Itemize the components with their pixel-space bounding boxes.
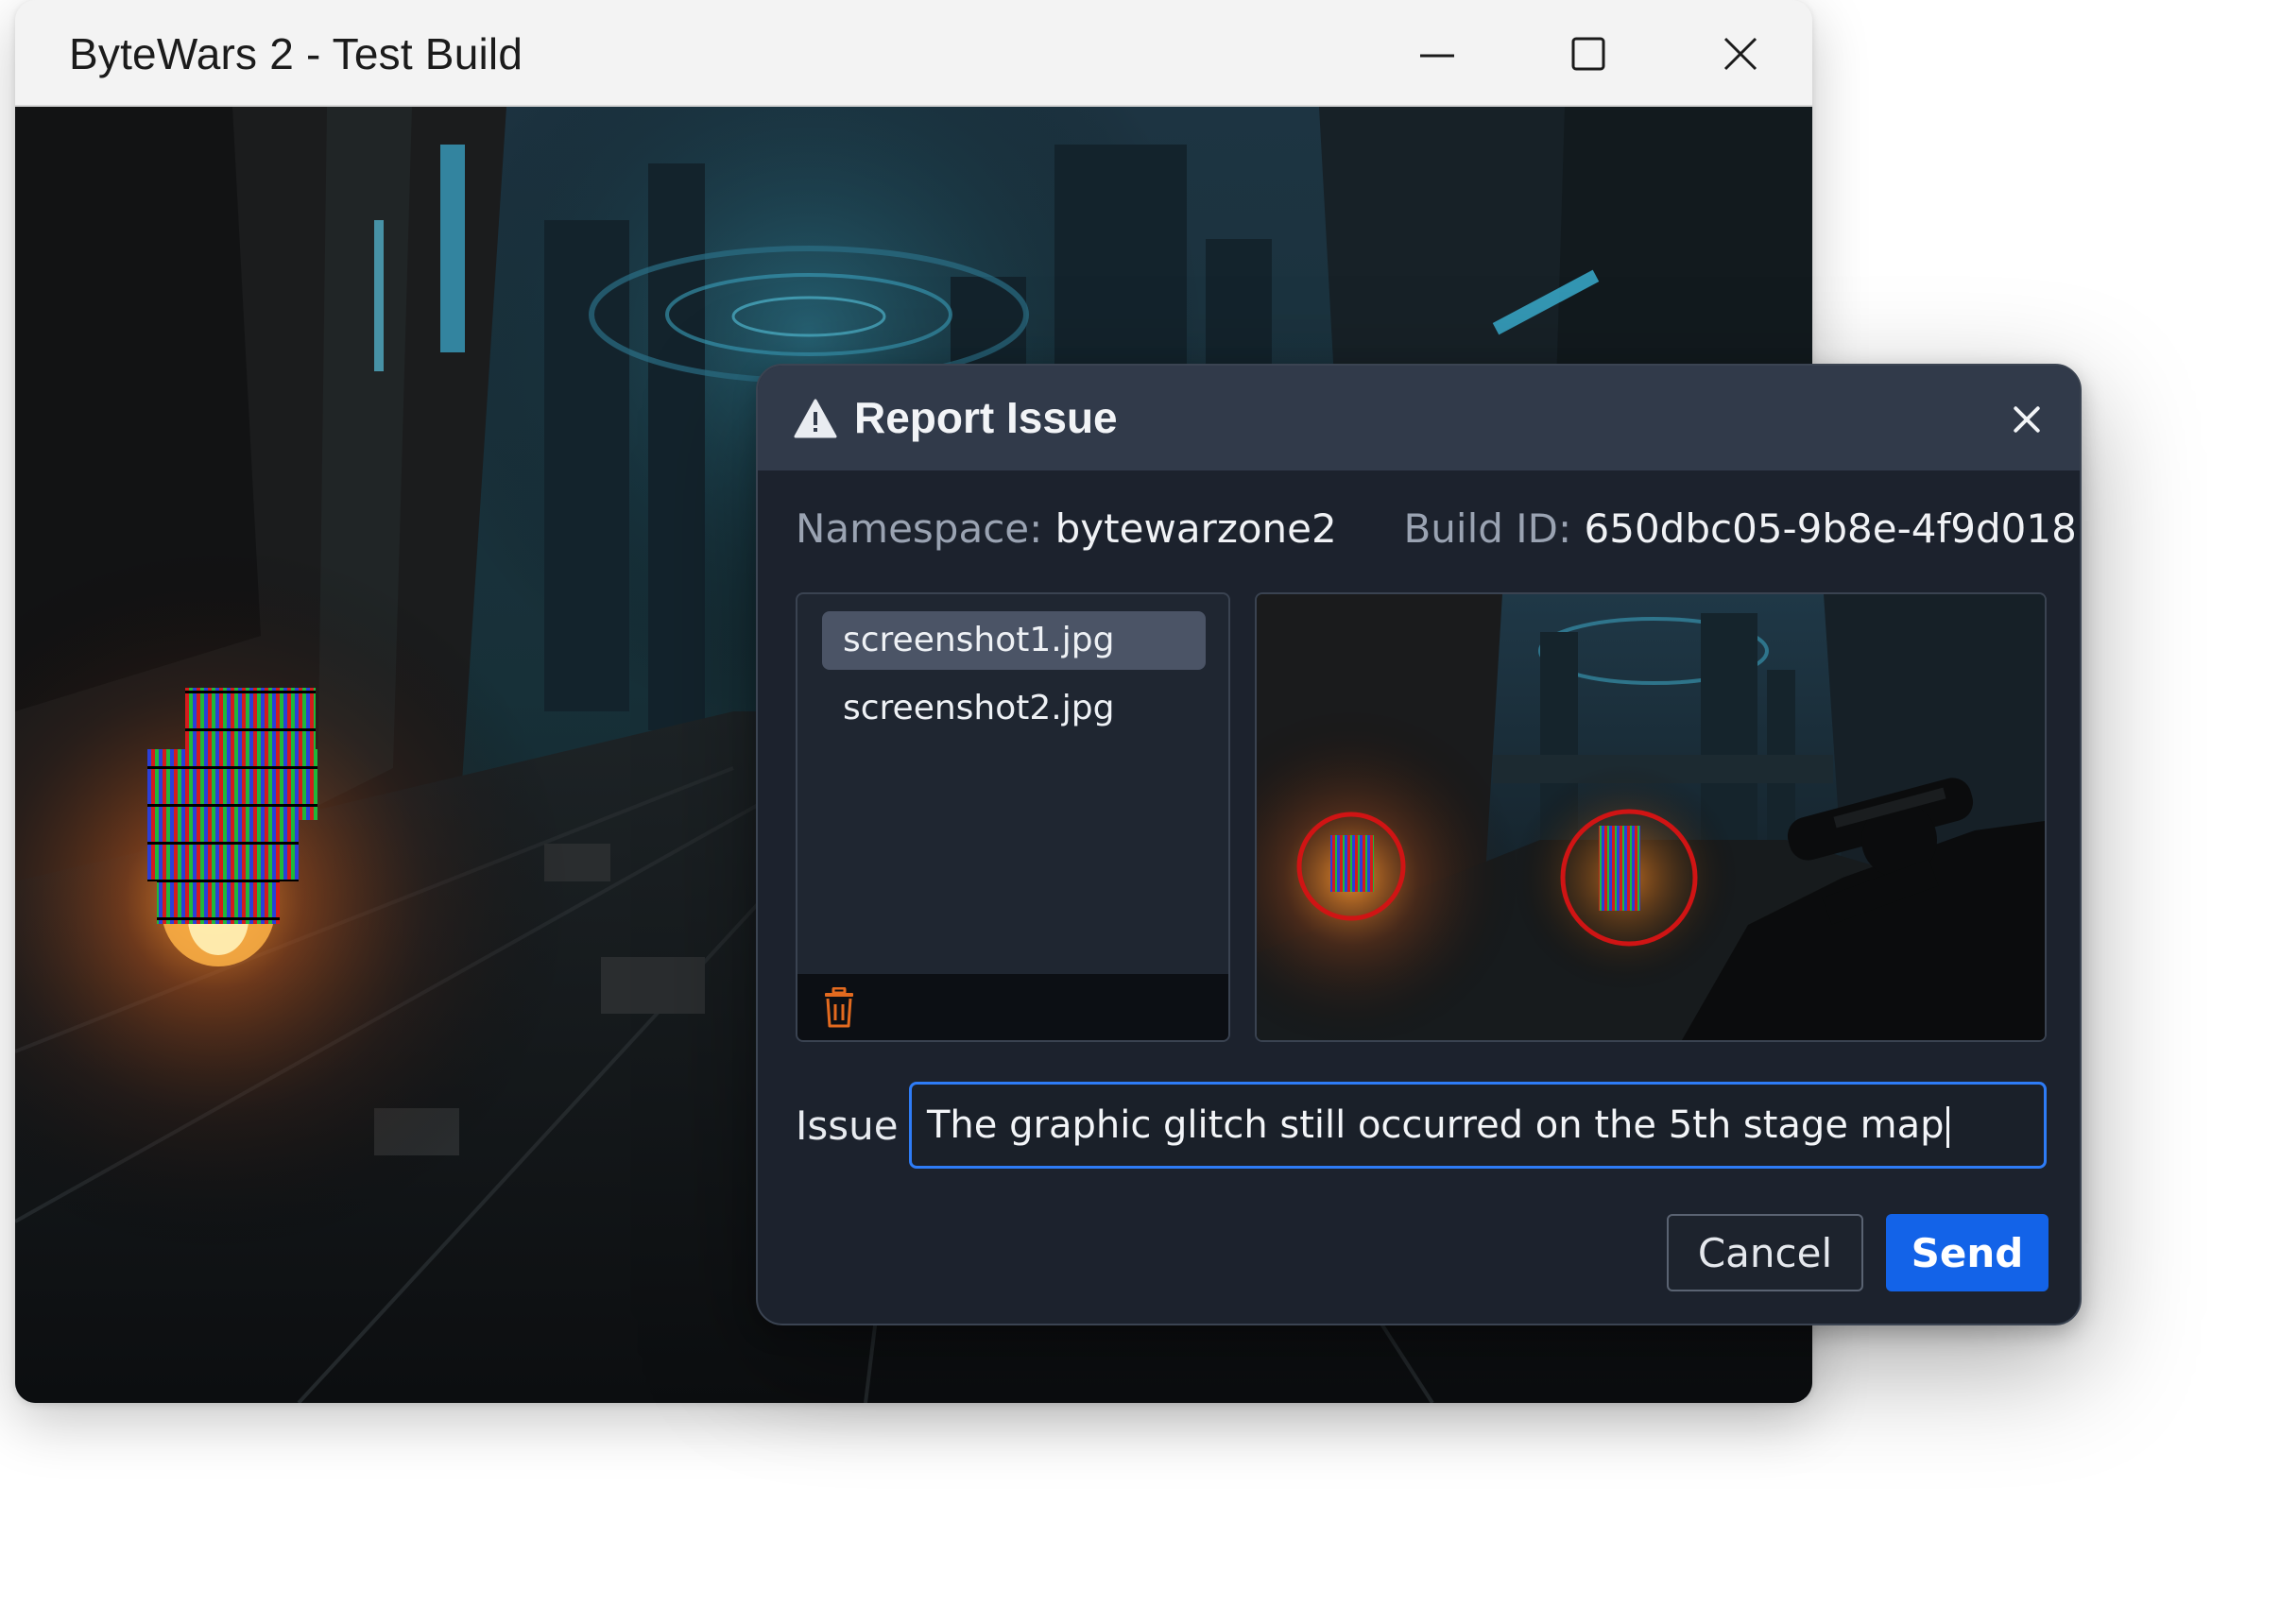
window-title: ByteWars 2 - Test Build (69, 29, 523, 78)
warning-icon (794, 399, 837, 438)
maximize-icon (1571, 37, 1605, 71)
maximize-button[interactable] (1555, 21, 1621, 87)
close-icon (1723, 37, 1757, 71)
screenshot-thumbnail (1257, 594, 2045, 1040)
desktop: ByteWars 2 - Test Build Report Issue Nam… (0, 0, 2280, 1624)
namespace-value: bytewarzone2 (1054, 505, 1337, 552)
report-issue-dialog: Report Issue Namespace: bytewarzone2 Bui… (756, 364, 2082, 1325)
attachment-list: screenshot1.jpg screenshot2.jpg (796, 592, 1230, 1042)
issue-label: Issue (796, 1103, 899, 1149)
attachment-item[interactable]: screenshot1.jpg (822, 611, 1206, 670)
screenshot-preview[interactable] (1255, 592, 2047, 1042)
build-info: Namespace: bytewarzone2 Build ID: 650dbc… (796, 505, 2077, 552)
namespace-label: Namespace: (796, 505, 1043, 552)
issue-input[interactable]: The graphic glitch still occurred on the… (909, 1082, 2047, 1169)
close-icon (2014, 406, 2040, 433)
window-close-button[interactable] (1707, 21, 1774, 87)
issue-input-text: The graphic glitch still occurred on the… (927, 1103, 1945, 1147)
dialog-close-button[interactable] (2005, 398, 2049, 441)
minimize-icon (1420, 54, 1454, 58)
build-id-label: Build ID: (1403, 505, 1572, 552)
attachment-item[interactable]: screenshot2.jpg (822, 679, 1206, 738)
build-id-value: 650dbc05-9b8e-4f9d018 (1584, 505, 2077, 552)
window-titlebar[interactable]: ByteWars 2 - Test Build (15, 0, 1812, 107)
trash-icon[interactable] (822, 987, 856, 1029)
attachment-toolbar (797, 974, 1228, 1040)
cancel-button[interactable]: Cancel (1667, 1214, 1863, 1291)
dialog-title: Report Issue (854, 393, 1118, 442)
dialog-header: Report Issue (758, 366, 2080, 470)
text-caret (1946, 1106, 1949, 1148)
minimize-button[interactable] (1404, 21, 1470, 87)
send-button[interactable]: Send (1886, 1214, 2049, 1291)
